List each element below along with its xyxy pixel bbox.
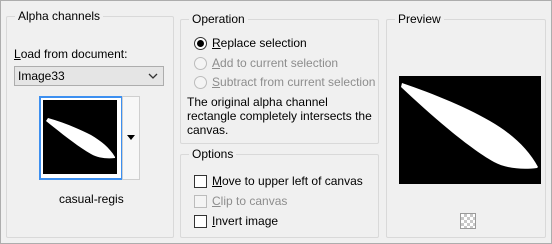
alpha-channels-title: Alpha channels — [15, 8, 104, 24]
channel-dropdown-button[interactable] — [122, 96, 140, 180]
checkbox-icon — [194, 174, 207, 188]
preview-title: Preview — [395, 11, 444, 27]
invert-image-label: Invert image — [212, 214, 278, 228]
chevron-down-icon — [148, 73, 158, 79]
radio-unselected-icon — [194, 56, 207, 70]
dialog-frame: Alpha channels Load from document: Image… — [0, 0, 552, 244]
subtract-accel-key: S — [212, 75, 221, 89]
load-from-document-label: Load from document: — [14, 47, 127, 61]
clip-accel-key: C — [212, 194, 221, 208]
move-to-upper-left-label: Move to upper left of canvas — [212, 174, 363, 188]
options-title: Options — [189, 146, 237, 162]
replace-accel-key: R — [212, 36, 221, 50]
add-to-selection-radio[interactable]: Add to current selection — [194, 54, 338, 72]
caret-down-icon — [127, 135, 135, 140]
clip-label-text: lip to canvas — [220, 194, 288, 208]
checkbox-icon — [194, 194, 207, 208]
load-from-accel-key: L — [14, 47, 21, 61]
invert-label-text: nvert image — [215, 214, 279, 228]
replace-selection-radio[interactable]: Replace selection — [194, 34, 307, 52]
add-label-text: dd to current selection — [220, 56, 339, 70]
subtract-from-selection-label: Subtract from current selection — [212, 75, 375, 89]
radio-unselected-icon — [194, 75, 207, 89]
subtract-label-text: ubtract from current selection — [220, 75, 376, 89]
channel-shape-icon — [46, 118, 115, 159]
channel-thumbnail[interactable] — [39, 96, 123, 180]
channel-name: casual-regis — [59, 192, 124, 206]
move-accel-key: M — [212, 174, 222, 188]
clip-to-canvas-label: Clip to canvas — [212, 194, 287, 208]
preview-shape-icon — [401, 83, 538, 169]
document-select[interactable]: Image33 — [14, 66, 164, 86]
checkbox-icon — [194, 214, 207, 228]
radio-selected-icon — [194, 36, 207, 50]
add-to-selection-label: Add to current selection — [212, 56, 338, 70]
clip-to-canvas-checkbox[interactable]: Clip to canvas — [194, 192, 287, 210]
document-select-value: Image33 — [18, 69, 65, 83]
invert-image-checkbox[interactable]: Invert image — [194, 212, 278, 230]
move-label-text: ove to upper left of canvas — [222, 174, 363, 188]
operation-title: Operation — [189, 11, 248, 27]
replace-label-text: eplace selection — [220, 36, 307, 50]
move-to-upper-left-checkbox[interactable]: Move to upper left of canvas — [194, 172, 363, 190]
subtract-from-selection-radio[interactable]: Subtract from current selection — [194, 73, 375, 91]
replace-selection-label: Replace selection — [212, 36, 307, 50]
add-accel-key: A — [212, 56, 221, 70]
channel-thumbnail-image — [43, 100, 117, 174]
transparency-toggle-icon[interactable] — [460, 213, 476, 229]
operation-description: The original alpha channel rectangle com… — [187, 95, 372, 137]
load-from-label-text: oad from document: — [20, 47, 128, 61]
preview-image — [399, 76, 541, 184]
